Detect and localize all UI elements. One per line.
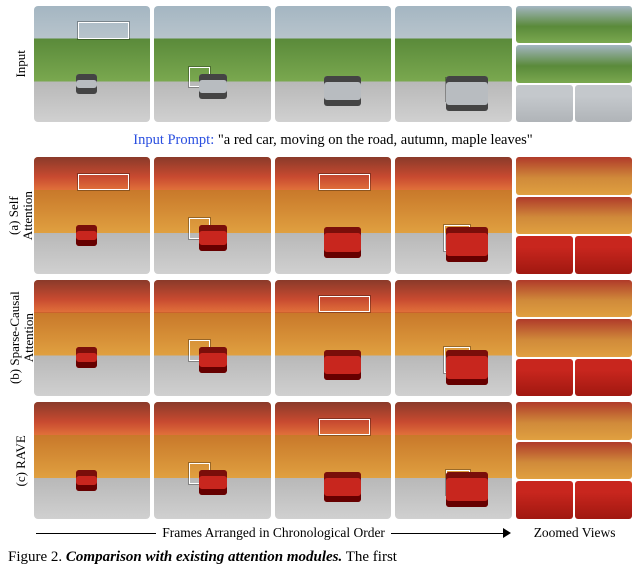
frame: [395, 280, 511, 396]
zoomed-views: [516, 6, 632, 122]
prompt-text: "a red car, moving on the road, autumn, …: [218, 132, 533, 148]
zoomed-views: [516, 280, 632, 396]
time-arrow: Frames Arranged in Chronological Order: [34, 526, 513, 540]
row-label-input: Input: [8, 57, 34, 71]
input-prompt: Input Prompt: "a red car, moving on the …: [34, 132, 632, 149]
caption-fig-label: Figure 2.: [8, 549, 62, 565]
row-label-a: (a) Self Attention: [8, 202, 34, 229]
frames-a: [34, 157, 632, 273]
zoomed-views: [516, 402, 632, 518]
frame: [395, 157, 511, 273]
row-label-b-text: (b) Sparse-Causal Attention: [7, 292, 34, 385]
prompt-prefix: Input Prompt:: [133, 132, 214, 148]
row-self-attention: (a) Self Attention: [8, 157, 632, 273]
frames-axis-label: Frames Arranged in Chronological Order: [156, 525, 391, 541]
row-label-c-text: (c) RAVE: [14, 435, 28, 486]
row-label-input-text: Input: [14, 50, 28, 77]
frame: [275, 280, 391, 396]
frame: [275, 157, 391, 273]
row-rave: (c) RAVE: [8, 402, 632, 518]
frame: [154, 280, 270, 396]
row-sparse-causal: (b) Sparse-Causal Attention: [8, 280, 632, 396]
row-input: Input: [8, 6, 632, 122]
frame: [34, 402, 150, 518]
frame: [275, 6, 391, 122]
frames-c: [34, 402, 632, 518]
figure-2: Input Input Prompt: "a red car, moving o…: [8, 6, 632, 566]
row-label-a-text: (a) Self Attention: [7, 191, 34, 240]
frame: [275, 402, 391, 518]
frame: [34, 280, 150, 396]
row-label-c: (c) RAVE: [8, 454, 34, 468]
zoom-axis-label: Zoomed Views: [517, 525, 632, 541]
row-label-b: (b) Sparse-Causal Attention: [8, 324, 34, 351]
axis-row: Frames Arranged in Chronological Order Z…: [34, 525, 632, 541]
frame: [154, 402, 270, 518]
caption-trailing: The first: [346, 549, 397, 565]
frame: [154, 157, 270, 273]
frame: [395, 6, 511, 122]
frame: [34, 6, 150, 122]
frames-input: [34, 6, 632, 122]
figure-caption: Figure 2. Comparison with existing atten…: [8, 549, 632, 566]
frame: [34, 157, 150, 273]
frame: [154, 6, 270, 122]
frame: [395, 402, 511, 518]
zoomed-views: [516, 157, 632, 273]
caption-title: Comparison with existing attention modul…: [66, 549, 342, 565]
frames-b: [34, 280, 632, 396]
